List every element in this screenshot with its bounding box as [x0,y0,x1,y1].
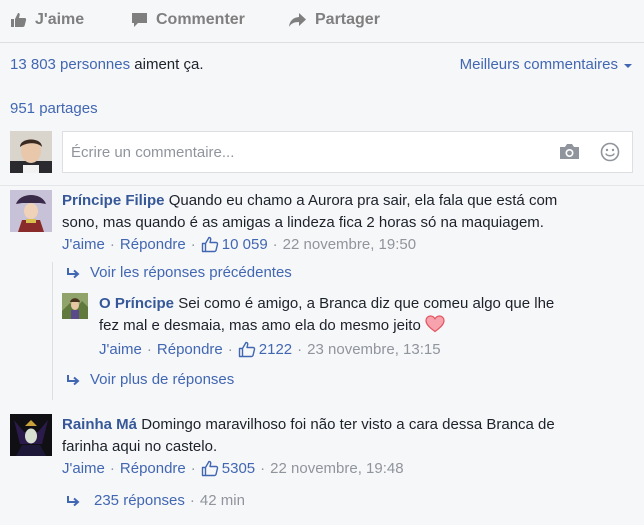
current-user-avatar[interactable] [10,131,52,173]
reply-timestamp[interactable]: 23 novembre, 13:15 [307,341,440,358]
comment-meta: J'aime · Répondre · 5305 · 22 novembre, … [62,460,404,477]
reply-meta: J'aime · Répondre · 2122 · 23 novembre, … [99,341,441,358]
reply-arrow-icon [67,267,80,278]
comment-reply-link[interactable]: Répondre [120,460,186,477]
comment-like-count[interactable]: 5305 [201,460,255,477]
separator-dot: · [227,341,233,358]
replies-count: 235 réponses [94,492,185,509]
comment-reply-link[interactable]: Répondre [120,236,186,253]
camera-icon[interactable] [559,143,580,160]
reply-arrow-icon [67,495,80,506]
reply-author-avatar[interactable] [62,293,88,319]
comment-composer[interactable]: Écrire un commentaire... [62,131,633,173]
share-action-label: Partager [315,11,380,28]
like-count-value: 10 059 [221,236,268,253]
likes-summary: 13 803 personnes aiment ça. [10,56,203,73]
like-action-label: J'aime [35,11,85,28]
likes-suffix: aiment ça. [134,56,204,73]
share-arrow-icon [289,13,306,27]
reply-body: O Príncipe Sei como é amigo, a Branca di… [99,293,629,337]
thumbs-up-outline-icon [201,236,218,253]
comment-action-label: Commenter [156,11,245,28]
comment-body: Príncipe Filipe Quando eu chamo a Aurora… [62,190,632,234]
comment-like-count[interactable]: 10 059 [201,236,268,253]
comment-text-line1: Quando eu chamo a Aurora pra sair, ela f… [168,192,558,209]
like-count-value: 2122 [258,341,293,358]
separator-dot: · [109,460,115,477]
comment-text-line2: sono, mas quando é as amigas a lindeza f… [62,214,544,231]
replies-summary-link[interactable]: 235 réponses · 42 min [66,492,245,509]
divider [0,185,644,186]
reply-like-link[interactable]: J'aime [99,341,142,358]
like-action[interactable]: J'aime [10,11,84,29]
previous-replies-link[interactable]: Voir les réponses précédentes [66,264,292,281]
reply-text-line2: fez mal e desmaia, mas amo ela do mesmo … [99,317,421,334]
commenter-avatar[interactable] [10,414,52,456]
reply-like-count[interactable]: 2122 [238,341,292,358]
replies-time: 42 min [199,492,245,509]
comment-input-placeholder[interactable]: Écrire un commentaire... [71,144,234,161]
reply-arrow-icon [67,374,80,385]
thumbs-up-outline-icon [238,341,255,358]
separator-dot: · [260,460,266,477]
separator-dot: · [190,236,196,253]
reply-author-link[interactable]: O Príncipe [99,295,174,312]
comment-author-link[interactable]: Rainha Má [62,416,137,433]
separator-dot: · [297,341,303,358]
comment-sort-dropdown[interactable]: Meilleurs commentaires [460,56,632,73]
comment-bubble-icon [132,13,147,27]
like-count-value: 5305 [221,460,256,477]
share-action[interactable]: Partager [288,11,380,29]
emoji-icon[interactable] [600,142,620,162]
separator-dot: · [146,341,152,358]
divider [0,42,644,43]
separator-dot: · [190,460,196,477]
likes-count-link[interactable]: 13 803 personnes [10,56,130,73]
commenter-avatar[interactable] [10,190,52,232]
thumbs-up-icon [11,13,27,27]
comment-action[interactable]: Commenter [131,11,245,29]
more-replies-label: Voir plus de réponses [90,371,235,388]
comment-author-link[interactable]: Príncipe Filipe [62,192,165,209]
comment-sort-label: Meilleurs commentaires [459,56,618,73]
thumbs-up-outline-icon [201,460,218,477]
reply-thread-line [52,262,53,400]
post-action-bar: J'aime Commenter Partager [0,0,644,42]
shares-count-link[interactable]: 951 partages [10,100,98,117]
comment-like-link[interactable]: J'aime [62,236,105,253]
comment-text-line2: farinha aqui no castelo. [62,438,218,455]
more-replies-link[interactable]: Voir plus de réponses [66,371,234,388]
reply-text-line1: Sei como é amigo, a Branca diz que comeu… [178,295,555,312]
reply-reply-link[interactable]: Répondre [157,341,223,358]
comment-timestamp[interactable]: 22 novembre, 19:48 [270,460,403,477]
comment-like-link[interactable]: J'aime [62,460,105,477]
comment-text-line1: Domingo maravilhoso foi não ter visto a … [141,416,555,433]
separator-dot: · [189,492,195,509]
separator-dot: · [272,236,278,253]
caret-down-icon [624,63,632,68]
comment-body: Rainha Má Domingo maravilhoso foi não te… [62,414,632,458]
separator-dot: · [109,236,115,253]
comment-timestamp[interactable]: 22 novembre, 19:50 [283,236,416,253]
previous-replies-label: Voir les réponses précédentes [90,264,292,281]
comment-meta: J'aime · Répondre · 10 059 · 22 novembre… [62,236,416,253]
heart-emoji-icon [425,315,445,333]
